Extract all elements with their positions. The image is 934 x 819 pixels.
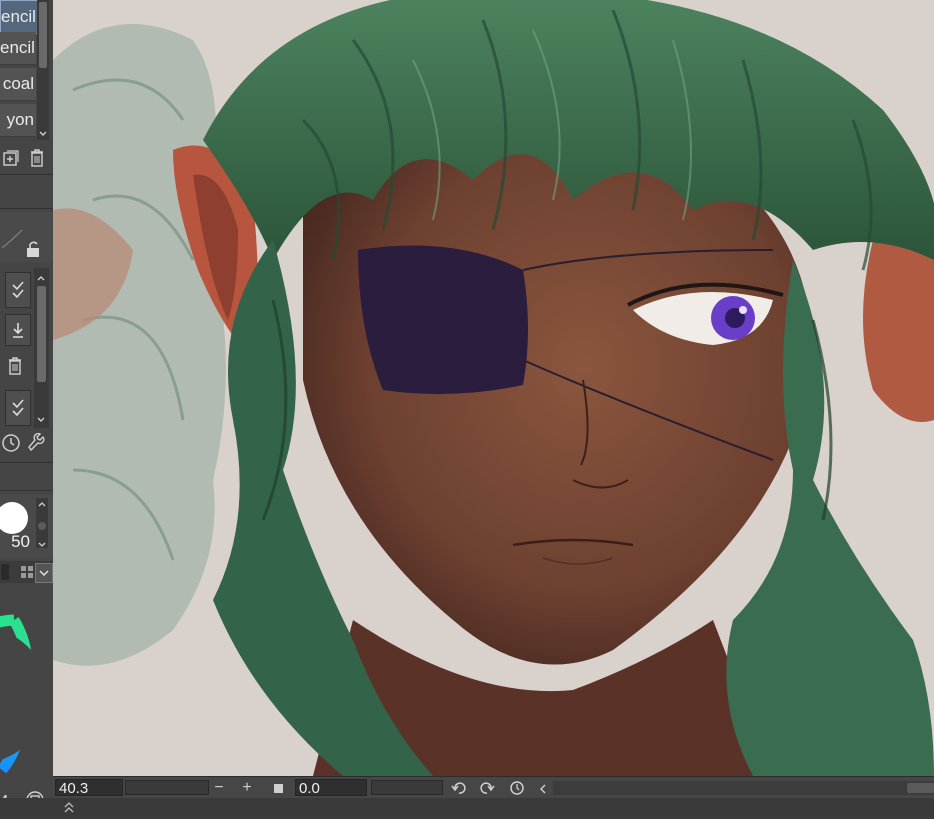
brush-item-crayon[interactable]: yon — [0, 104, 36, 137]
left-panel: encil encil coal yon 50 — [0, 0, 53, 815]
panel-divider — [0, 174, 53, 175]
lock-icon[interactable] — [22, 238, 44, 260]
reset-rotation-icon[interactable] — [509, 780, 525, 796]
panel-divider — [0, 490, 53, 491]
chevron-down-icon[interactable] — [38, 126, 48, 136]
fit-view-icon[interactable] — [274, 784, 283, 793]
brush-size-panel: 50 — [0, 494, 53, 558]
rotation-field[interactable]: 0.0 — [295, 779, 367, 797]
brush-size-spinner[interactable] — [36, 498, 48, 548]
chevron-down-icon[interactable] — [36, 412, 46, 422]
chevron-left-icon[interactable] — [537, 782, 549, 794]
properties-scrollbar[interactable] — [34, 268, 49, 428]
panel-divider — [0, 208, 53, 209]
rotation-slider[interactable] — [371, 780, 443, 795]
horizontal-scrollbar[interactable] — [553, 781, 934, 795]
navigator-bar: 40.3 − + 0.0 — [53, 776, 934, 799]
brush-item-pencil-1[interactable]: encil — [0, 0, 38, 34]
color-wheel[interactable] — [0, 590, 53, 790]
add-subtool-icon[interactable] — [0, 147, 22, 169]
stabilizer-toggle[interactable] — [5, 390, 31, 426]
brush-item-pencil-2[interactable]: encil — [0, 32, 36, 65]
scrollbar-thumb[interactable] — [907, 783, 934, 793]
status-bar — [0, 798, 934, 815]
clock-icon[interactable] — [0, 432, 22, 454]
wrench-icon[interactable] — [26, 432, 48, 454]
trash-icon[interactable] — [4, 355, 26, 377]
panel-divider — [0, 462, 53, 463]
redo-icon[interactable] — [479, 780, 495, 796]
double-chevron-up-icon[interactable] — [62, 800, 76, 814]
artwork — [53, 0, 934, 776]
zoom-slider[interactable] — [125, 780, 209, 795]
color-mode-bar — [0, 561, 53, 583]
brush-list-scrollbar[interactable] — [37, 0, 49, 140]
brush-item-label: encil — [0, 38, 35, 57]
undo-icon[interactable] — [451, 780, 467, 796]
brush-item-label: coal — [2, 74, 34, 93]
zoom-in-button[interactable]: + — [239, 778, 255, 798]
zoom-field[interactable]: 40.3 — [55, 779, 123, 797]
scrollbar-thumb[interactable] — [37, 286, 46, 382]
brush-item-label: encil — [1, 7, 36, 26]
pressure-toggle[interactable] — [5, 272, 31, 308]
color-mode-tab[interactable] — [1, 564, 9, 580]
chevron-up-icon[interactable] — [36, 270, 46, 281]
trash-icon[interactable] — [26, 147, 48, 169]
canvas[interactable] — [53, 0, 934, 776]
brush-size-value[interactable]: 50 — [0, 532, 30, 552]
grid-icon[interactable] — [20, 565, 34, 579]
download-icon[interactable] — [5, 314, 31, 346]
scrollbar-thumb[interactable] — [39, 2, 47, 68]
brush-size-preview — [0, 502, 28, 534]
brush-item-label: yon — [6, 110, 34, 129]
dropdown-chevron-icon[interactable] — [35, 563, 53, 583]
zoom-out-button[interactable]: − — [211, 778, 227, 798]
brush-item-charcoal[interactable]: coal — [0, 68, 36, 101]
